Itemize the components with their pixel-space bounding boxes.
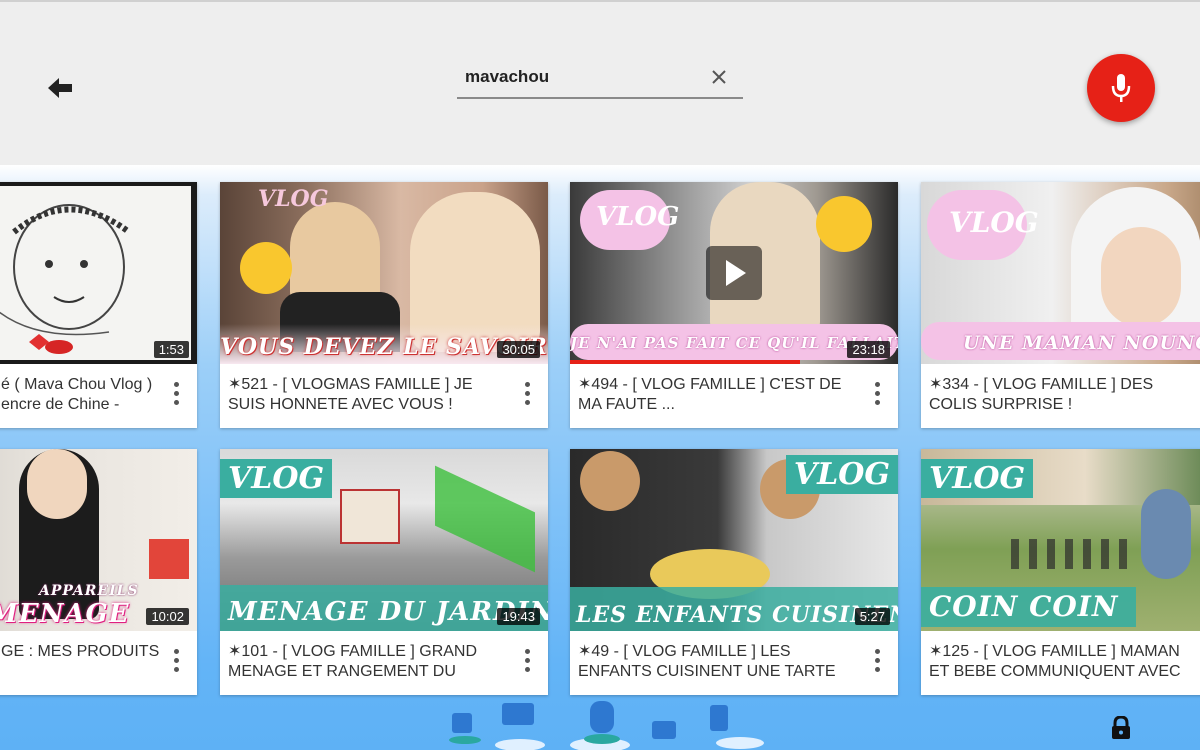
video-thumbnail[interactable]: 1:53	[0, 182, 197, 364]
close-icon	[712, 70, 726, 84]
thumbnail-caption: COIN COIN	[929, 590, 1119, 623]
video-thumbnail[interactable]: VLOG JE N'AI PAS FAIT CE QU'IL FALLAIT 2…	[570, 182, 898, 364]
back-button[interactable]	[40, 70, 80, 106]
video-card[interactable]: VLOG LES ENFANTS CUISINENT 5:27 ✶49 - [ …	[570, 449, 898, 695]
vlog-tag: VLOG	[949, 206, 1039, 239]
thumbnail-caption: UNE MAMAN NOUNOU	[963, 332, 1200, 354]
video-card[interactable]: APPAREILS MENAGE 10:02 GE : MES PRODUITS	[0, 449, 197, 695]
video-duration: 5:27	[854, 608, 890, 625]
play-icon	[726, 260, 746, 286]
more-options-button[interactable]	[872, 649, 882, 675]
video-card[interactable]: VLOG VOUS DEVEZ LE SAVOIR 30:05 ✶521 - […	[220, 182, 548, 428]
vlog-tag: VLOG	[785, 455, 898, 494]
play-button[interactable]	[706, 246, 762, 300]
more-options-button[interactable]	[171, 382, 181, 408]
vlog-tag: VLOG	[258, 186, 329, 212]
video-thumbnail[interactable]: VLOG UNE MAMAN NOUNOU	[921, 182, 1200, 364]
search-input[interactable]	[465, 64, 705, 90]
voice-search-button[interactable]	[1087, 54, 1155, 122]
arrow-back-icon	[48, 78, 72, 98]
thumbnail-caption-small: APPAREILS	[39, 583, 139, 599]
video-card[interactable]: VLOG MENAGE DU JARDIN 19:43 ✶101 - [ VLO…	[220, 449, 548, 695]
video-duration: 30:05	[497, 341, 540, 358]
results-grid: 1:53 é ( Mava Chou Vlog ) encre de Chine…	[0, 165, 1200, 750]
video-thumbnail[interactable]: VLOG LES ENFANTS CUISINENT 5:27	[570, 449, 898, 631]
video-duration: 19:43	[497, 608, 540, 625]
video-title: ✶49 - [ VLOG FAMILLE ] LES ENFANTS CUISI…	[578, 643, 836, 680]
video-thumbnail[interactable]: VLOG MENAGE DU JARDIN 19:43	[220, 449, 548, 631]
vlog-tag: VLOG	[220, 459, 333, 498]
search-header	[0, 0, 1200, 165]
video-title: ✶125 - [ VLOG FAMILLE ] MAMAN ET BEBE CO…	[929, 643, 1181, 680]
video-thumbnail[interactable]: APPAREILS MENAGE 10:02	[0, 449, 197, 631]
decorative-scenery	[449, 701, 764, 750]
microphone-icon	[1111, 74, 1131, 102]
clear-search-button[interactable]	[709, 67, 729, 87]
video-title: ✶521 - [ VLOGMAS FAMILLE ] JE SUIS HONNE…	[228, 376, 473, 413]
video-card[interactable]: VLOG COIN COIN ✶125 - [ VLOG FAMILLE ] M…	[921, 449, 1200, 695]
video-duration: 23:18	[847, 341, 890, 358]
more-options-button[interactable]	[171, 649, 181, 675]
video-card[interactable]: 1:53 é ( Mava Chou Vlog ) encre de Chine…	[0, 182, 197, 428]
more-options-button[interactable]	[522, 649, 532, 675]
video-card[interactable]: VLOG UNE MAMAN NOUNOU ✶334 - [ VLOG FAMI…	[921, 182, 1200, 428]
video-title: ✶101 - [ VLOG FAMILLE ] GRAND MENAGE ET …	[228, 643, 478, 680]
video-duration: 10:02	[146, 608, 189, 625]
video-card[interactable]: VLOG JE N'AI PAS FAIT CE QU'IL FALLAIT 2…	[570, 182, 898, 428]
video-title-text: GE : MES PRODUITS	[1, 643, 160, 660]
more-options-button[interactable]	[522, 382, 532, 408]
video-title: ✶494 - [ VLOG FAMILLE ] C'EST DE MA FAUT…	[578, 376, 842, 413]
video-thumbnail[interactable]: VLOG VOUS DEVEZ LE SAVOIR 30:05	[220, 182, 548, 364]
lock-icon	[1112, 715, 1130, 739]
video-thumbnail[interactable]: VLOG COIN COIN	[921, 449, 1200, 631]
video-duration: 1:53	[153, 341, 189, 358]
video-title: ✶334 - [ VLOG FAMILLE ] DES COLIS SURPRI…	[929, 376, 1154, 413]
thumbnail-caption: LES ENFANTS CUISINENT	[576, 602, 898, 628]
vlog-tag: VLOG	[596, 202, 680, 232]
parental-lock-button[interactable]	[1110, 715, 1132, 740]
vlog-tag: VLOG	[921, 459, 1034, 498]
more-options-button[interactable]	[872, 382, 882, 408]
search-bar	[457, 58, 743, 99]
watch-progress-bar	[570, 360, 800, 364]
